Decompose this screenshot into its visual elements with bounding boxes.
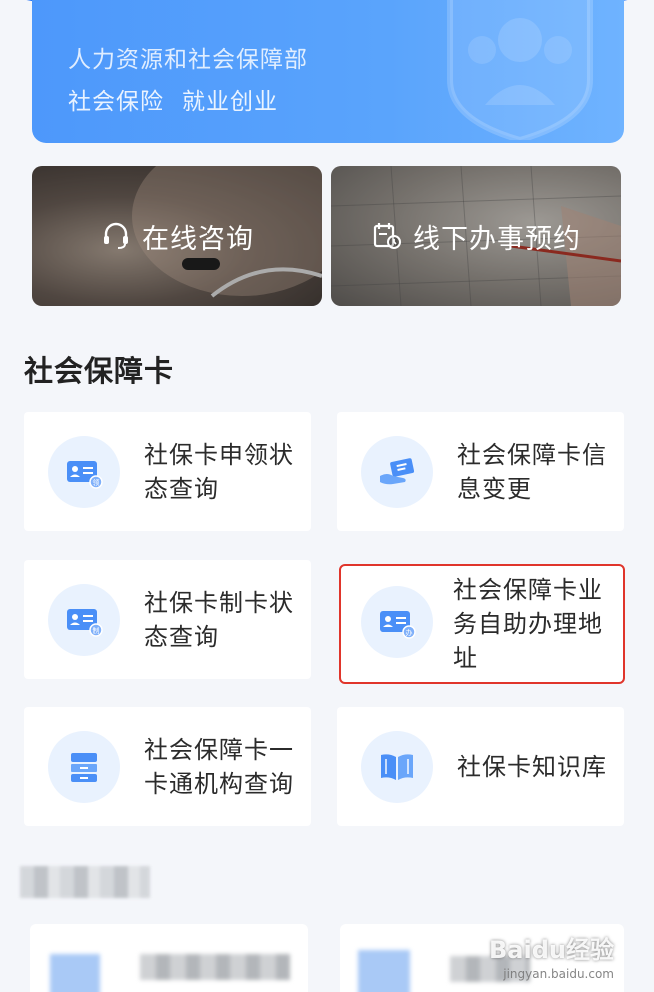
hero-tag-social-insurance[interactable]: 社会保险 xyxy=(68,89,164,115)
id-card-handle-icon: 办 xyxy=(380,611,416,639)
offline-appointment-banner[interactable]: 线下办事预约 xyxy=(331,166,621,306)
card-in-hand-icon xyxy=(380,458,415,485)
section-title-social-security-card: 社会保障卡 xyxy=(24,354,175,388)
card-info-change[interactable]: 社会保障卡信息变更 xyxy=(337,412,624,531)
watermark-url: jingyan.baidu.com xyxy=(503,967,614,981)
online-consult-banner[interactable]: 在线咨询 xyxy=(32,166,322,306)
card-icon-wrap: 制 xyxy=(48,584,120,656)
card-apply-status-query[interactable]: 领 社保卡申领状态查询 xyxy=(24,412,311,531)
card-make-status-query[interactable]: 制 社保卡制卡状态查询 xyxy=(24,560,311,679)
card-label: 社会保障卡业务自助办理地址 xyxy=(453,576,603,672)
card-icon-wrap xyxy=(48,731,120,803)
svg-text:制: 制 xyxy=(93,626,100,635)
cabinet-icon xyxy=(71,753,97,782)
card-label: 社保卡知识库 xyxy=(457,752,607,781)
hero-banner[interactable]: 人力资源和社会保障部 社会保险 就业创业 xyxy=(32,0,624,143)
blurred-icon xyxy=(358,950,410,992)
card-label: 社会保障卡一卡通机构查询 xyxy=(144,735,294,798)
card-one-card-agency-query[interactable]: 社会保障卡一卡通机构查询 xyxy=(24,707,311,826)
baidu-watermark: Baidu经验 jingyan.baidu.com xyxy=(489,930,614,981)
headset-icon xyxy=(104,222,128,249)
card-icon-wrap xyxy=(361,731,433,803)
watermark-brand: Baidu经验 xyxy=(489,936,614,964)
consult-label: 在线咨询 xyxy=(142,223,254,255)
card-icon-wrap xyxy=(361,436,433,508)
appointment-label: 线下办事预约 xyxy=(413,223,581,255)
card-knowledge-base[interactable]: 社保卡知识库 xyxy=(337,707,624,826)
card-label: 社保卡申领状态查询 xyxy=(144,440,294,503)
blurred-section-title xyxy=(20,866,150,898)
id-card-apply-icon: 领 xyxy=(67,461,103,489)
card-label: 社会保障卡信息变更 xyxy=(457,440,607,503)
hero-tag-employment[interactable]: 就业创业 xyxy=(182,89,278,115)
calendar-clock-icon xyxy=(373,223,401,249)
hero-tags: 社会保险 就业创业 xyxy=(68,82,278,116)
card-label: 社保卡制卡状态查询 xyxy=(144,588,294,651)
card-icon-wrap: 办 xyxy=(361,586,433,658)
blurred-text xyxy=(140,954,290,980)
id-card-make-icon: 制 xyxy=(67,609,103,637)
department-name: 人力资源和社会保障部 xyxy=(68,47,308,73)
blurred-icon xyxy=(50,954,100,992)
card-self-service-address[interactable]: 办 社会保障卡业务自助办理地址 xyxy=(339,564,625,684)
svg-text:领: 领 xyxy=(93,478,100,487)
blurred-card-left[interactable] xyxy=(30,924,308,992)
shield-people-icon xyxy=(447,0,593,140)
card-icon-wrap: 领 xyxy=(48,436,120,508)
book-icon xyxy=(381,754,413,780)
svg-text:办: 办 xyxy=(406,628,413,637)
